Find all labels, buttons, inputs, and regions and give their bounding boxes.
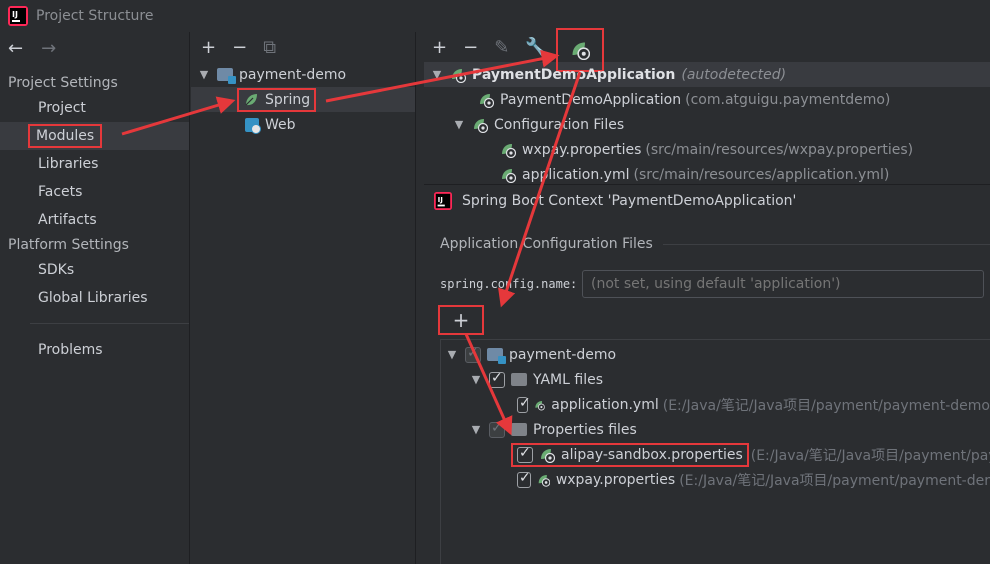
tree-row-config-file[interactable]: wxpay.properties (src/main/resources/wxp… <box>424 137 990 162</box>
facet-detail-panel: + − ✎ 🔧 ▼ PaymentDemoApplication (autode… <box>424 28 990 564</box>
config-name-label: spring.config.name: <box>440 277 578 291</box>
spring-boot-icon <box>570 40 590 60</box>
checkbox[interactable] <box>517 470 531 488</box>
alipay-file-highlight: alipay-sandbox.properties <box>511 442 749 467</box>
chevron-down-icon[interactable]: ▼ <box>445 348 459 361</box>
nav-item-project[interactable]: Project <box>0 94 189 122</box>
divider <box>30 323 189 324</box>
remove-icon[interactable]: − <box>232 37 247 58</box>
tree-row-files-root[interactable]: ▼ payment-demo <box>441 342 990 367</box>
checkbox[interactable] <box>465 345 481 363</box>
module-toolbar: + − ⧉ <box>191 32 415 62</box>
spring-boot-context-panel: Spring Boot Context 'PaymentDemoApplicat… <box>424 184 990 564</box>
config-name-input[interactable] <box>582 270 984 298</box>
tree-row-module-root[interactable]: ▼ payment-demo <box>191 62 415 87</box>
module-tree-panel: + − ⧉ ▼ payment-demo Spring Web <box>191 32 416 564</box>
yaml-file-icon <box>500 167 516 183</box>
intellij-logo-icon <box>434 192 452 210</box>
tree-row-config-files[interactable]: ▼ Configuration Files <box>424 112 990 137</box>
settings-navigation: ← → Project Settings Project Modules Lib… <box>0 32 190 564</box>
properties-file-icon <box>537 472 550 488</box>
facet-tree: ▼ PaymentDemoApplication (autodetected) … <box>424 62 990 187</box>
nav-item-libraries[interactable]: Libraries <box>0 150 189 178</box>
section-project-settings: Project Settings <box>8 75 118 91</box>
checkbox[interactable] <box>517 395 531 413</box>
tree-row-properties-file[interactable]: wxpay.properties (E:/Java/笔记/Java项目/paym… <box>441 467 990 492</box>
add-icon[interactable]: + <box>432 37 447 58</box>
group-title: Application Configuration Files <box>424 231 990 257</box>
web-icon <box>245 117 261 134</box>
spring-leaf-icon <box>243 92 259 108</box>
spring-boot-config-button[interactable] <box>555 28 604 72</box>
title-bar: Project Structure <box>0 0 990 32</box>
nav-item-global-libraries[interactable]: Global Libraries <box>0 284 189 312</box>
tree-row-yaml-group[interactable]: ▼ YAML files <box>441 367 990 392</box>
spring-facet-highlight: Spring <box>236 87 317 112</box>
window-title: Project Structure <box>36 8 154 24</box>
checkbox[interactable] <box>489 370 505 388</box>
checkbox[interactable] <box>517 445 533 463</box>
tree-row-properties-file[interactable]: alipay-sandbox.properties (E:/Java/笔记/Ja… <box>441 442 990 467</box>
facet-toolbar: + − ✎ 🔧 <box>424 28 990 72</box>
yaml-file-icon <box>534 397 545 413</box>
nav-item-sdks[interactable]: SDKs <box>0 256 189 284</box>
chevron-down-icon[interactable]: ▼ <box>469 373 483 386</box>
nav-item-facets[interactable]: Facets <box>0 178 189 206</box>
tree-row-main-class[interactable]: PaymentDemoApplication (com.atguigu.paym… <box>424 87 990 112</box>
nav-item-problems[interactable]: Problems <box>0 336 189 364</box>
properties-file-icon <box>500 142 516 158</box>
nav-item-modules[interactable]: Modules <box>0 122 189 150</box>
config-name-row: spring.config.name: <box>424 269 990 299</box>
checkbox[interactable] <box>489 420 505 438</box>
nav-arrows: ← → <box>0 32 189 64</box>
main-class-icon <box>478 92 494 108</box>
chevron-down-icon[interactable]: ▼ <box>452 118 466 131</box>
forward-arrow-icon[interactable]: → <box>41 38 56 59</box>
context-title: Spring Boot Context 'PaymentDemoApplicat… <box>424 185 990 217</box>
tree-row-yaml-file[interactable]: application.yml (E:/Java/笔记/Java项目/payme… <box>441 392 990 417</box>
chevron-down-icon[interactable]: ▼ <box>469 423 483 436</box>
spring-boot-app-icon <box>450 67 466 83</box>
tree-row-web-facet[interactable]: Web <box>191 112 415 137</box>
tree-row-application[interactable]: ▼ PaymentDemoApplication (autodetected) <box>424 62 990 87</box>
tree-row-spring-facet[interactable]: Spring <box>191 87 415 112</box>
folder-icon <box>511 423 527 436</box>
copy-icon[interactable]: ⧉ <box>263 37 276 58</box>
add-config-file-button[interactable]: + <box>438 305 484 335</box>
config-files-icon <box>472 117 488 133</box>
folder-icon <box>511 373 527 386</box>
remove-icon[interactable]: − <box>463 37 478 58</box>
wrench-icon[interactable]: 🔧 <box>525 37 547 58</box>
module-folder-icon <box>487 348 506 364</box>
section-platform-settings: Platform Settings <box>8 237 129 253</box>
config-files-tree: ▼ payment-demo ▼ YAML files application.… <box>440 339 990 564</box>
nav-item-artifacts[interactable]: Artifacts <box>0 206 189 234</box>
properties-file-icon <box>539 447 555 463</box>
tree-row-properties-group[interactable]: ▼ Properties files <box>441 417 990 442</box>
module-folder-icon <box>217 68 236 84</box>
chevron-down-icon[interactable]: ▼ <box>197 68 211 81</box>
intellij-logo-icon <box>8 6 28 26</box>
add-icon[interactable]: + <box>201 37 216 58</box>
chevron-down-icon[interactable]: ▼ <box>430 68 444 81</box>
back-arrow-icon[interactable]: ← <box>8 38 23 59</box>
edit-pencil-icon[interactable]: ✎ <box>494 37 509 58</box>
